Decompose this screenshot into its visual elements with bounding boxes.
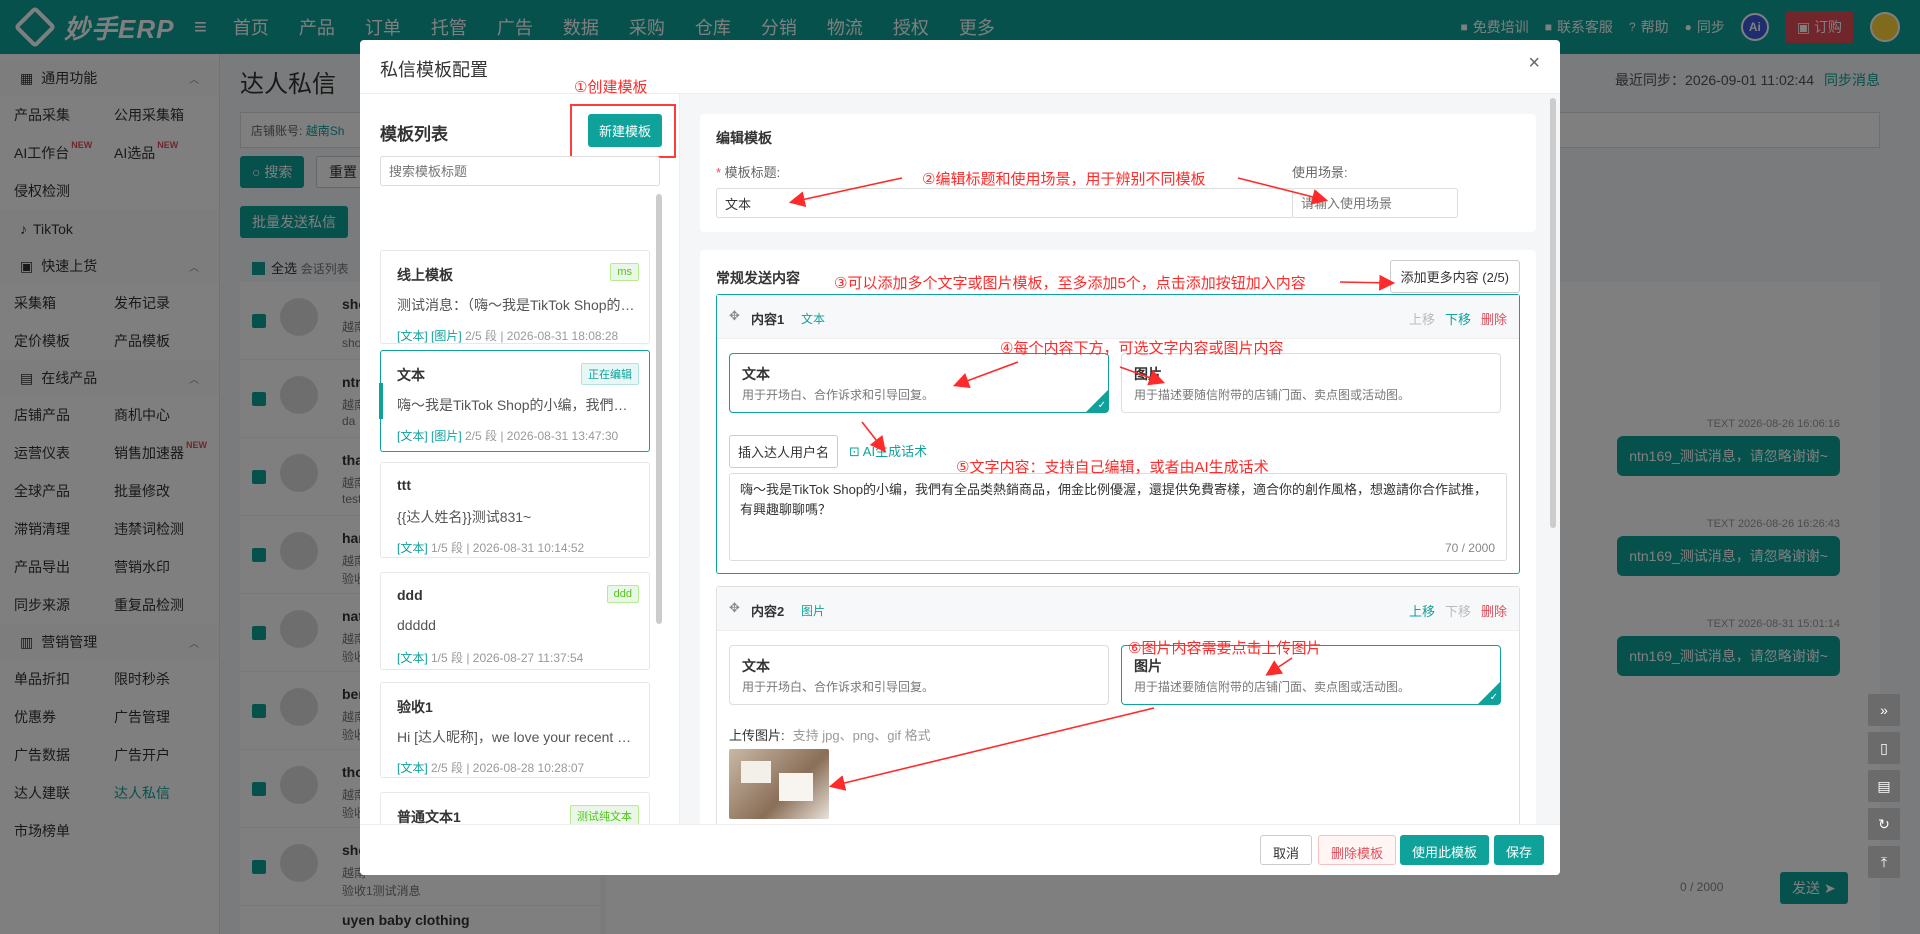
content-block-actions: 上移 下移 删除: [1409, 309, 1507, 328]
content-block-1: ✥ 内容1 文本 上移 下移 删除 文本 用于开场白、合作诉求和引导回复。 ✓ …: [716, 294, 1520, 574]
scrollbar[interactable]: [656, 194, 662, 624]
use-template-button[interactable]: 使用此模板: [1400, 835, 1490, 865]
template-title-input[interactable]: [716, 188, 1294, 218]
content-block-name: 内容1: [751, 312, 785, 327]
collapse-icon[interactable]: »: [1868, 694, 1900, 726]
template-list-panel: 模板列表 新建模板 线上模板ms测试消息：（嗨～我是TikTok Shop的小编…: [360, 94, 680, 872]
template-tag: 正在编辑: [581, 363, 639, 385]
delete-template-button[interactable]: 删除模板: [1318, 835, 1397, 865]
content-block-name: 内容2: [751, 604, 785, 619]
move-down-button[interactable]: 下移: [1445, 309, 1471, 328]
template-tag: ddd: [606, 585, 639, 603]
modal-header: 私信模板配置 ×: [360, 40, 1560, 94]
title-label: * 模板标题:: [716, 165, 781, 180]
message-textarea[interactable]: 嗨～我是TikTok Shop的小编，我們有全品类熱銷商品，佣金比例優渥，還提供…: [729, 473, 1507, 561]
content-heading: 常规发送内容: [716, 270, 800, 286]
modal-title: 私信模板配置: [380, 60, 488, 80]
insert-username-button[interactable]: 插入达人用户名: [729, 435, 839, 468]
content-block-2: ✥ 内容2 图片 上移 下移 删除 文本 用于开场白、合作诉求和引导回复。 图片…: [716, 586, 1520, 824]
content-block-actions: 上移 下移 删除: [1409, 601, 1507, 620]
annotation-2: ②编辑标题和使用场景，用于辨别不同模板: [922, 171, 1206, 188]
ai-icon: ⊡: [849, 444, 863, 459]
drag-handle-icon[interactable]: ✥: [729, 308, 740, 324]
annotation-6: ⑥图片内容需要点击上传图片: [1128, 640, 1322, 657]
content-block-type: 图片: [801, 604, 826, 618]
content-block-header: ✥ 内容1 文本 上移 下移 删除: [717, 295, 1519, 339]
delete-block-button[interactable]: 删除: [1481, 309, 1507, 328]
check-icon: ✓: [1489, 692, 1498, 703]
template-card[interactable]: ttt {{达人姓名}}测试831~ [文本] 1/5 段 | 2026-08-31…: [380, 462, 650, 558]
template-card[interactable]: 线上模板 ms 测试消息：（嗨～我是TikTok Shop的小编... [文本] [图…: [380, 250, 650, 344]
close-icon[interactable]: ×: [1528, 52, 1540, 75]
cancel-button[interactable]: 取消: [1260, 835, 1313, 865]
template-tag: ms: [610, 263, 639, 281]
active-indicator: [379, 383, 383, 419]
move-up-button[interactable]: 上移: [1409, 309, 1435, 328]
mobile-icon[interactable]: ▯: [1868, 732, 1900, 764]
annotation-5: ⑤文字内容：支持自己编辑，或者由AI生成话术: [956, 459, 1269, 476]
annotation-3: ③可以添加多个文字或图片模板，至多添加5个，点击添加按钮加入内容: [834, 275, 1306, 292]
new-template-button[interactable]: 新建模板: [588, 114, 662, 147]
back-to-top-icon[interactable]: ⤒: [1868, 846, 1900, 878]
save-button[interactable]: 保存: [1494, 835, 1545, 865]
modal-footer: 取消 删除模板 使用此模板 保存: [360, 824, 1560, 875]
template-card[interactable]: 验收1 Hi [达人昵称]，we love your recent content…: [380, 682, 650, 778]
scene-input[interactable]: [1292, 188, 1458, 218]
delete-block-button[interactable]: 删除: [1481, 601, 1507, 620]
char-count: 70 / 2000: [1444, 541, 1495, 555]
scene-label: 使用场景:: [1292, 165, 1348, 180]
ai-generate-button[interactable]: ⊡ AI生成话术: [849, 441, 927, 460]
floating-tools: » ▯ ▤ ↻ ⤒: [1868, 694, 1900, 884]
text-type-option[interactable]: 文本 用于开场白、合作诉求和引导回复。: [729, 645, 1109, 705]
annotation-4: ④每个内容下方，可选文字内容或图片内容: [1000, 340, 1284, 357]
note-icon[interactable]: ▤: [1868, 770, 1900, 802]
template-search-input[interactable]: [380, 156, 660, 186]
edit-template-heading: 编辑模板: [716, 130, 772, 146]
template-card[interactable]: ddd ddd ddddd [文本] 1/5 段 | 2026-08-27 11:37…: [380, 572, 650, 670]
drag-handle-icon[interactable]: ✥: [729, 600, 740, 616]
add-more-content-button[interactable]: 添加更多内容 (2/5): [1389, 260, 1520, 293]
upload-label: 上传图片: 支持 jpg、png、gif 格式: [729, 728, 931, 743]
text-type-option[interactable]: 文本 用于开场白、合作诉求和引导回复。 ✓: [729, 353, 1109, 413]
content-block-type: 文本: [801, 312, 826, 326]
refresh-icon[interactable]: ↻: [1868, 808, 1900, 840]
uploaded-image-thumbnail[interactable]: [729, 749, 829, 819]
move-up-button[interactable]: 上移: [1409, 601, 1435, 620]
content-block-header: ✥ 内容2 图片 上移 下移 删除: [717, 587, 1519, 631]
scrollbar[interactable]: [1550, 98, 1556, 528]
annotation-1: ①创建模板: [574, 79, 648, 96]
template-list-title: 模板列表: [380, 125, 448, 144]
move-down-button[interactable]: 下移: [1445, 601, 1471, 620]
template-card[interactable]: 文本正在编辑嗨～我是TikTok Shop的小编，我們有全品类熱銷商品[文本] …: [379, 350, 650, 452]
image-type-option[interactable]: 图片 用于描述要随信附带的店铺门面、卖点图或活动图。: [1121, 353, 1501, 413]
check-icon: ✓: [1097, 400, 1106, 411]
